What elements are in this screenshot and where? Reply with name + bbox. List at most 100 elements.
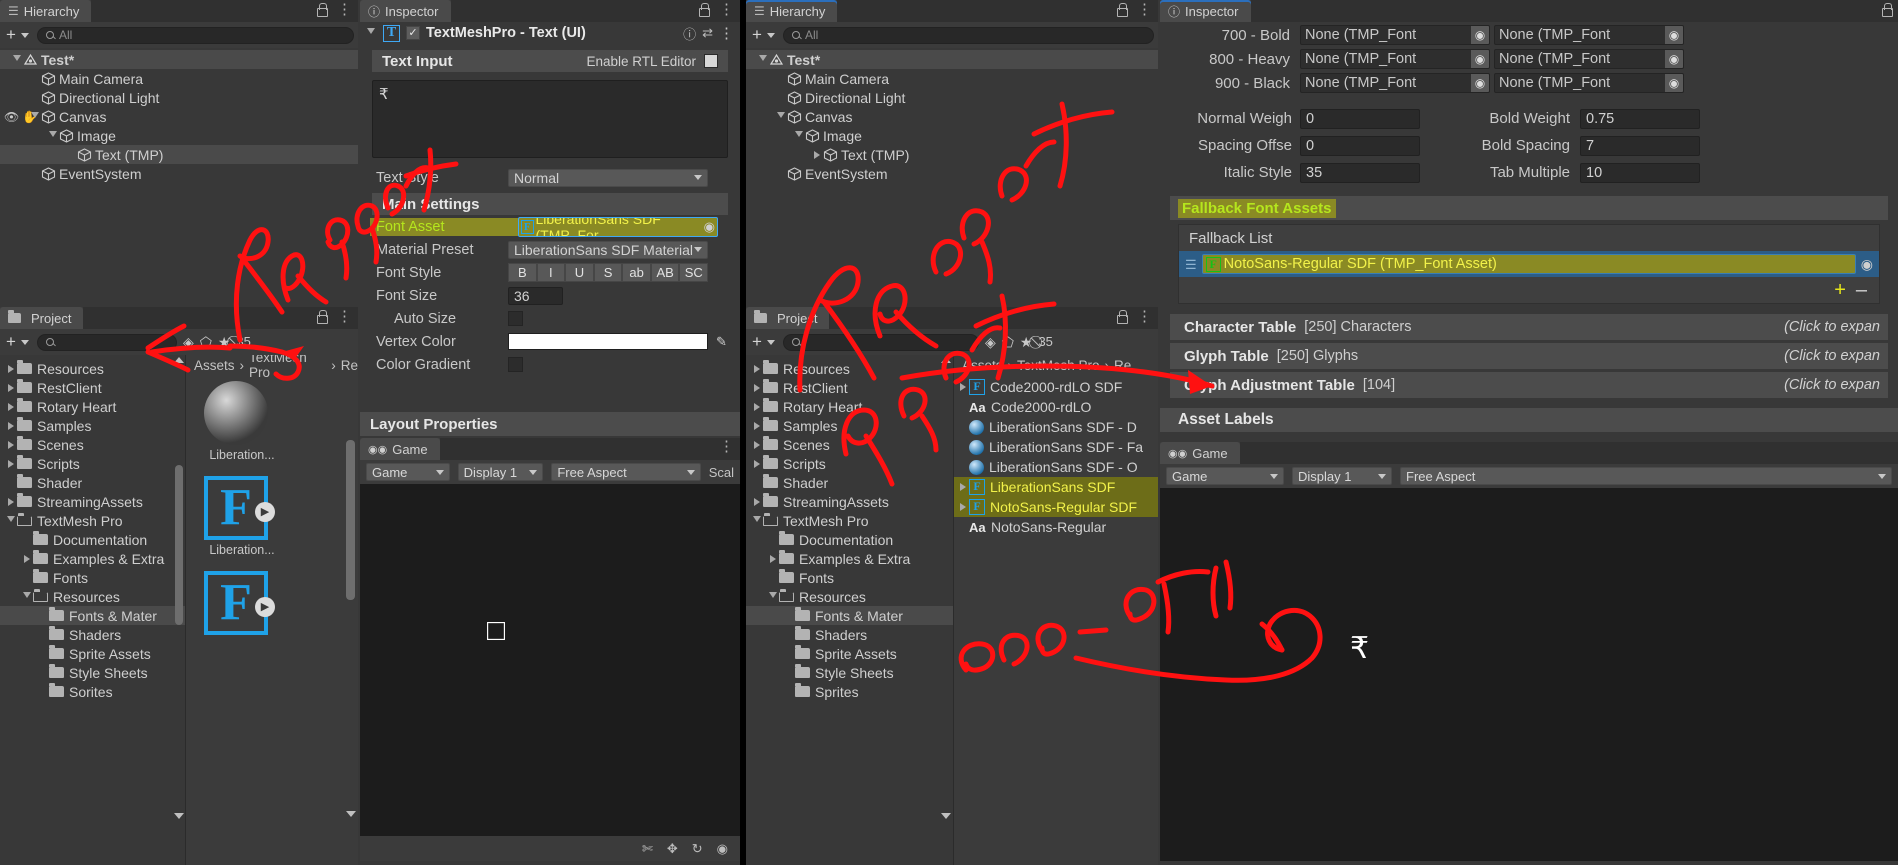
breadcrumb-assets[interactable]: Assets (194, 358, 235, 373)
expand-arrow[interactable] (20, 554, 33, 563)
hierarchy-item[interactable]: Canvas (746, 107, 1158, 126)
project-tree-scrollbar[interactable] (175, 465, 183, 625)
font-weight-italic-field[interactable]: None (TMP_Font ◉ (1494, 73, 1684, 93)
move-icon[interactable]: ✥ (667, 841, 678, 857)
project-tree-item[interactable]: TextMesh Pro (0, 511, 185, 530)
object-picker-icon[interactable]: ◉ (1665, 50, 1683, 68)
expand-arrow[interactable] (750, 515, 763, 526)
breadcrumb-resources[interactable]: Re (1114, 358, 1131, 373)
project-tree-item[interactable]: Shaders (746, 625, 953, 644)
aspect-dropdown[interactable]: Free Aspect (1400, 467, 1892, 485)
hierarchy-tree[interactable]: Test* Main Camera Directional Light 👁 ✋ Canva… (0, 48, 358, 183)
hierarchy-item[interactable]: 👁 ✋ Canvas (0, 107, 358, 126)
kebab-menu-icon[interactable]: ⋮ (719, 2, 734, 17)
project-file-item[interactable]: LiberationSans SDF - O (954, 457, 1158, 477)
project-tree-item[interactable]: Rotary Heart (746, 397, 953, 416)
kebab-menu-icon[interactable]: ⋮ (719, 439, 734, 454)
project-tree-item[interactable]: Shaders (0, 625, 185, 644)
project-tree-item[interactable]: Sprite Assets (746, 644, 953, 663)
project-tree-item[interactable]: RestClient (0, 378, 185, 397)
metric-field-b[interactable]: 0.75 (1580, 108, 1700, 129)
rotate-icon[interactable]: ↻ (692, 841, 703, 857)
help-icon[interactable]: ⓘ (683, 24, 696, 43)
fallback-list-row[interactable]: ☰ F NotoSans-Regular SDF (TMP_Font Asset… (1179, 251, 1879, 277)
hierarchy-item[interactable]: Main Camera (0, 69, 358, 88)
project-tree-scroll-up-arrow[interactable] (941, 357, 951, 363)
project-tree-item[interactable]: Sprite Assets (0, 644, 185, 663)
game-view-dropdown[interactable]: Game (1166, 467, 1284, 485)
expand-arrow[interactable] (4, 440, 17, 449)
filter-type-icon[interactable]: ◈ (183, 334, 194, 351)
metric-field-b[interactable]: 10 (1580, 162, 1700, 183)
color-gradient-checkbox[interactable] (508, 357, 523, 372)
hierarchy-item[interactable]: Text (TMP) (746, 145, 1158, 164)
hierarchy-search-input[interactable]: All (36, 26, 354, 44)
font-weight-italic-field[interactable]: None (TMP_Font ◉ (1494, 49, 1684, 69)
hierarchy-item[interactable]: Directional Light (0, 88, 358, 107)
asset-labels-header[interactable]: Asset Labels (1160, 408, 1898, 432)
font-style-S-button[interactable]: S (593, 263, 623, 282)
text-input-textarea[interactable]: ₹ (372, 80, 728, 158)
project-tree-item[interactable]: Sorites (0, 682, 185, 701)
material-preset-dropdown[interactable]: LiberationSans SDF Material (508, 240, 708, 259)
metric-field-b[interactable]: 7 (1580, 135, 1700, 156)
auto-size-checkbox[interactable] (508, 311, 523, 326)
project-tree-item[interactable]: Scenes (0, 435, 185, 454)
font-table-header[interactable]: Character Table [250] Characters (Click to… (1170, 314, 1888, 340)
project-tree-item[interactable]: Style Sheets (0, 663, 185, 682)
filter-label-icon[interactable]: ⬠ (200, 334, 212, 351)
lock-icon[interactable] (1881, 3, 1893, 17)
object-picker-icon[interactable]: ◉ (1861, 256, 1873, 273)
project-search-input[interactable] (782, 333, 979, 351)
tab-game[interactable]: ◉◉ Game (1160, 442, 1240, 464)
project-tree-item[interactable]: Resources (746, 587, 953, 606)
project-tree-item[interactable]: Examples & Extra (746, 549, 953, 568)
font-style-B-button[interactable]: B (508, 263, 537, 282)
project-tree-item[interactable]: Fonts & Mater (0, 606, 185, 625)
expand-arrow[interactable] (4, 515, 17, 526)
create-button[interactable]: + (750, 25, 777, 45)
fallback-font-assets-header[interactable]: Fallback Font Assets (1170, 196, 1888, 220)
hierarchy-item[interactable]: Test* (746, 50, 1158, 69)
expand-arrow[interactable] (750, 383, 763, 392)
create-asset-button[interactable]: + (4, 332, 31, 352)
text-input-header[interactable]: Text Input Enable RTL Editor (372, 50, 728, 72)
project-tree-item[interactable]: TextMesh Pro (746, 511, 953, 530)
project-file-item[interactable]: Aa NotoSans-Regular (954, 517, 1158, 537)
expand-arrow[interactable] (774, 111, 787, 122)
breadcrumb-textmeshpro[interactable]: TextMesh Pro (1017, 358, 1100, 373)
project-grid-item[interactable]: Liberation... (204, 381, 280, 462)
kebab-menu-icon[interactable]: ⋮ (337, 309, 352, 324)
expand-arrow[interactable] (10, 54, 23, 65)
object-picker-icon[interactable]: ◉ (1471, 50, 1489, 68)
expand-arrow[interactable] (20, 591, 33, 602)
create-asset-button[interactable]: + (750, 332, 777, 352)
expand-arrow[interactable] (750, 421, 763, 430)
font-table-header[interactable]: Glyph Adjustment Table [104] (Click to exp… (1170, 372, 1888, 398)
project-file-item[interactable]: LiberationSans SDF - D (954, 417, 1158, 437)
component-kebab-icon[interactable]: ⋮ (719, 26, 740, 41)
project-tree-scroll-up-arrow[interactable] (174, 357, 184, 363)
project-tree-item[interactable]: Scenes (746, 435, 953, 454)
left-layout-properties-band[interactable]: Layout Properties (360, 412, 740, 436)
project-tree-item[interactable]: Sprites (746, 682, 953, 701)
expand-preview-icon[interactable]: ▶ (255, 597, 275, 617)
project-tree-scroll-down-arrow[interactable] (941, 813, 951, 819)
object-picker-icon[interactable]: ◉ (1471, 26, 1489, 44)
filter-label-icon[interactable]: ⬠ (1002, 334, 1014, 351)
project-file-item[interactable]: LiberationSans SDF - Fa (954, 437, 1158, 457)
font-style-SC-button[interactable]: SC (679, 263, 709, 282)
font-size-input[interactable]: 36 (508, 286, 563, 305)
project-tree-item[interactable]: RestClient (746, 378, 953, 397)
preset-icon[interactable]: ⇄ (702, 25, 713, 41)
project-grid-scroll-down-arrow[interactable] (346, 811, 356, 817)
metric-field-a[interactable]: 35 (1300, 162, 1420, 183)
project-file-item[interactable]: F Code2000-rdLO SDF (954, 377, 1158, 397)
expand-arrow[interactable] (750, 497, 763, 506)
project-tree-item[interactable]: Shader (0, 473, 185, 492)
aspect-dropdown[interactable]: Free Aspect (551, 463, 701, 481)
expand-arrow[interactable] (4, 497, 17, 506)
project-grid-item[interactable]: F ▶ Liberation... (204, 476, 280, 557)
project-tree-item[interactable]: Fonts (0, 568, 185, 587)
project-tree-item[interactable]: Resources (0, 587, 185, 606)
